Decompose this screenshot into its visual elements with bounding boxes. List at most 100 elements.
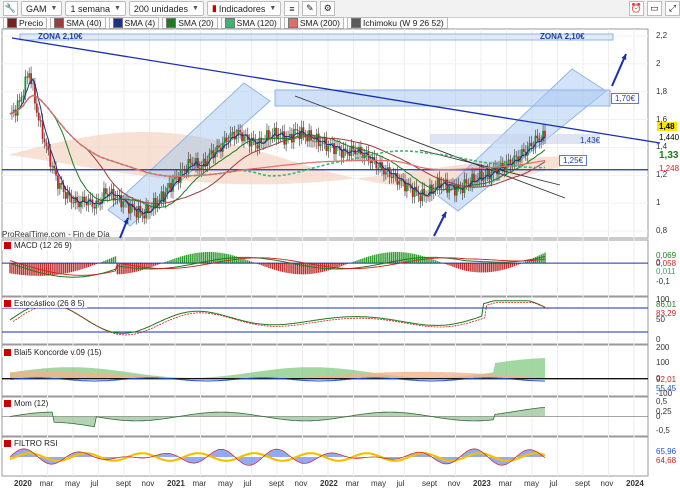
mom-title[interactable]: Mom (12) <box>2 399 51 408</box>
price-tick-label: 1,8 <box>656 86 668 96</box>
macd-hist-bar <box>84 263 86 269</box>
candle-body <box>488 170 491 180</box>
panel-tick-label: 0 <box>656 258 661 268</box>
candle-body <box>239 129 242 133</box>
panel-tick-label: 0,5 <box>656 396 668 406</box>
rsi-title-label: FILTRO RSI <box>14 439 58 448</box>
support-label: 1,25€ <box>559 155 588 166</box>
macd-hist-bar <box>465 263 468 272</box>
candle-body <box>32 83 34 85</box>
candle-body <box>223 137 226 144</box>
candle-body <box>383 169 385 175</box>
macd-hist-bar <box>477 263 479 273</box>
macd-hist-bar <box>433 259 435 264</box>
panel-tick-label: 50 <box>656 315 665 324</box>
candle-body <box>53 165 56 169</box>
rsi-title[interactable]: FILTRO RSI <box>2 439 60 448</box>
macd-hist-bar <box>500 263 502 271</box>
candle-body <box>465 179 468 184</box>
macd-hist-bar <box>59 263 61 275</box>
macd-hist-bar <box>170 259 172 264</box>
x-axis-label: 2020 <box>14 479 32 488</box>
x-axis-label: may <box>524 479 540 488</box>
candle-body <box>26 76 29 78</box>
macd-hist-bar <box>277 263 280 271</box>
macd-hist-bar <box>11 263 13 274</box>
candle-body <box>160 191 163 200</box>
stoch-title[interactable]: Estocástico (26 8 5) <box>2 299 87 308</box>
macd-hist-bar <box>504 263 506 270</box>
macd-title-label: MACD (12 26 9) <box>14 241 72 250</box>
candle-body <box>183 170 186 171</box>
x-axis-label: 2022 <box>320 479 338 488</box>
x-axis-label: may <box>65 479 81 488</box>
macd-hist-bar <box>304 263 307 275</box>
macd-hist-bar <box>118 263 121 275</box>
macd-hist-bar <box>72 263 74 272</box>
macd-hist-bar <box>364 257 366 264</box>
macd-hist-bar <box>481 263 483 273</box>
macd-hist-bar <box>199 252 201 264</box>
candle-body <box>135 210 138 218</box>
macd-hist-bar <box>193 253 195 264</box>
candle-body <box>421 188 424 202</box>
candle-body <box>93 206 96 209</box>
macd-hist-bar <box>266 263 268 268</box>
macd-hist-bar <box>369 255 372 264</box>
macd-hist-bar <box>308 263 310 275</box>
macd-hist-bar <box>178 257 180 264</box>
macd-hist-bar <box>454 263 456 268</box>
candle-body <box>166 188 169 193</box>
candle-body <box>28 73 31 78</box>
macd-hist-bar <box>20 263 23 275</box>
candle-body <box>436 177 439 188</box>
macd-hist-bar <box>82 263 84 269</box>
macd-hist-bar <box>496 263 498 272</box>
macd-hist-bar <box>291 263 293 274</box>
candle-body <box>18 100 21 102</box>
macd-hist-bar <box>9 263 11 274</box>
price-tick-label: 2,2 <box>656 30 668 40</box>
macd-hist-bar <box>459 263 462 270</box>
candle-body <box>363 154 366 159</box>
macd-hist-bar <box>484 263 487 273</box>
candle-body <box>22 95 25 98</box>
macd-hist-bar <box>187 254 190 264</box>
macd-hist-bar <box>179 256 182 264</box>
x-axis-label: nov <box>294 479 308 488</box>
macd-hist-bar <box>47 263 50 276</box>
macd-title[interactable]: MACD (12 26 9) <box>2 241 74 250</box>
candle-body <box>544 130 546 138</box>
macd-hist-bar <box>268 263 270 268</box>
candle-body <box>523 149 525 152</box>
macd-hist-bar <box>133 263 136 273</box>
macd-hist-bar <box>367 256 370 264</box>
mom-title-label: Mom (12) <box>14 399 49 408</box>
macd-hist-bar <box>385 252 387 264</box>
x-axis-label: sept <box>422 479 438 488</box>
macd-hist-bar <box>511 263 514 267</box>
candle-body <box>283 131 286 145</box>
candle-body <box>419 195 422 202</box>
candle-body <box>521 149 523 157</box>
x-axis-label: jul <box>549 479 558 488</box>
panel-tick-label: 200 <box>656 343 670 352</box>
blai5-title[interactable]: Blai5 Koncorde v.09 (15) <box>2 348 104 357</box>
candle-body <box>331 143 334 144</box>
candle-body <box>467 183 470 185</box>
candle-body <box>294 129 297 130</box>
candle-body <box>231 131 234 134</box>
macd-hist-bar <box>185 255 188 264</box>
watermark: ProRealTime.com - Fin de Día <box>2 230 110 239</box>
macd-hist-bar <box>486 263 489 273</box>
macd-hist-bar <box>415 254 418 264</box>
candle-body <box>174 177 176 180</box>
macd-hist-bar <box>68 263 71 273</box>
stoch-title-label: Estocástico (26 8 5) <box>14 299 85 308</box>
candle-body <box>89 198 92 200</box>
macd-hist-bar <box>87 263 90 267</box>
macd-hist-bar <box>36 263 38 276</box>
macd-hist-bar <box>509 263 512 268</box>
x-axis-label: may <box>218 479 234 488</box>
macd-hist-bar <box>41 263 44 276</box>
